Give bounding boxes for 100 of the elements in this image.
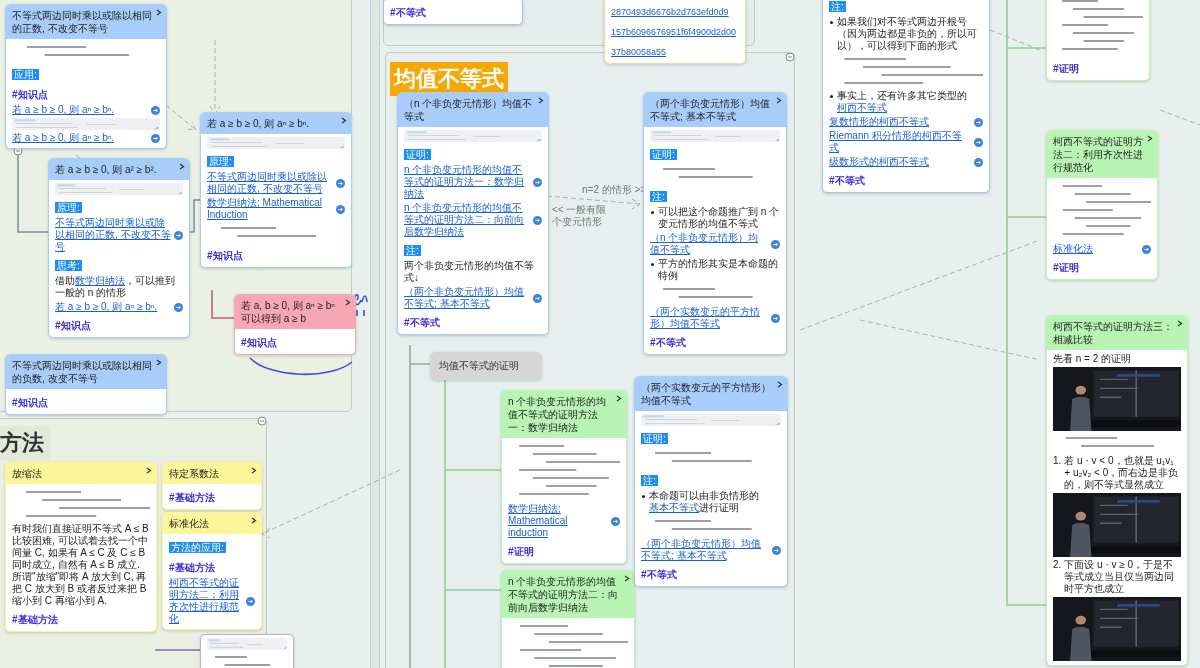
chevron-icon[interactable] xyxy=(1177,320,1183,327)
section-title: 方法 xyxy=(0,426,50,460)
edge-label: << 一般有限个变元情形 xyxy=(552,204,608,227)
body-text: 事实上，还有许多其它类型的 柯西不等式 xyxy=(829,90,983,114)
chevron-icon[interactable] xyxy=(538,97,544,104)
chevron-icon[interactable] xyxy=(156,359,162,366)
section-label: 注: xyxy=(829,1,846,12)
note-link[interactable]: （n 个非负变元情形）均值不等式 xyxy=(650,232,768,256)
inline-link[interactable]: 数学归纳法 xyxy=(75,275,125,286)
note-link[interactable]: 数学归纳法; Mathematical induction xyxy=(508,503,608,539)
note-link[interactable]: 复数情形的柯西不等式 xyxy=(829,116,971,128)
note-link[interactable]: n 个非负变元情形的均值不等式的证明方法二：向前向后数学归纳法 xyxy=(404,202,530,238)
inline-link[interactable]: 柯西不等式 xyxy=(837,102,887,113)
link-arrow-icon[interactable] xyxy=(151,133,160,143)
note-link[interactable]: 不等式两边同时乘以或除以相同的正数, 不改变不等号 xyxy=(207,171,333,195)
note-link[interactable]: Riemann 积分情形的柯西不等式 xyxy=(829,130,971,154)
tag[interactable]: #基础方法 xyxy=(169,562,215,573)
chevron-icon[interactable] xyxy=(624,575,630,582)
chevron-icon[interactable] xyxy=(1147,135,1153,142)
link-arrow-icon[interactable] xyxy=(772,545,781,555)
tag[interactable]: #知识点 xyxy=(12,89,48,100)
topic-title: 均值不等式的证明 xyxy=(438,359,520,373)
collapse-icon[interactable] xyxy=(785,52,795,62)
tag[interactable]: #基础方法 xyxy=(12,614,58,625)
tag[interactable]: #知识点 xyxy=(55,320,91,331)
chevron-icon[interactable] xyxy=(776,97,782,104)
section-label: 注: xyxy=(650,191,667,202)
body-text: 可以把这个命题推广到 n 个变元情形的均值不等式 xyxy=(650,206,780,230)
tag[interactable]: #基础方法 xyxy=(169,492,215,503)
chevron-icon[interactable] xyxy=(251,517,257,524)
section-label: 注: xyxy=(404,245,421,256)
tag[interactable]: #不等式 xyxy=(641,569,677,580)
chevron-icon[interactable] xyxy=(341,117,347,124)
chevron-icon[interactable] xyxy=(251,467,257,474)
card-title: 柯西不等式的证明方法二：利用齐次性进行规范化 xyxy=(1047,131,1157,178)
tag[interactable]: #不等式 xyxy=(650,337,686,348)
chevron-icon[interactable] xyxy=(179,163,185,170)
link-arrow-icon[interactable] xyxy=(974,137,983,147)
note-link[interactable]: 柯西不等式的证明方法二：利用齐次性进行规范化 xyxy=(169,577,243,625)
note-link[interactable]: （两个非负变元情形）均值不等式; 基本不等式 xyxy=(404,286,530,310)
section-label: 原理: xyxy=(207,156,234,167)
list-number: 2. xyxy=(1053,559,1062,572)
note-link[interactable]: 若 a ≥ b ≥ 0, 则 aⁿ ≥ bⁿ. xyxy=(55,301,171,313)
note-link[interactable]: 数学归纳法; Mathematical Induction xyxy=(207,197,333,221)
link-arrow-icon[interactable] xyxy=(611,516,620,526)
link-arrow-icon[interactable] xyxy=(533,293,542,303)
chevron-icon[interactable] xyxy=(345,299,351,306)
card-title: 待定系数法 xyxy=(163,463,261,484)
note-link[interactable]: 不等式两边同时乘以或除以相同的正数, 不改变不等号 xyxy=(55,217,171,253)
link-arrow-icon[interactable] xyxy=(771,313,780,323)
note-link[interactable]: 级数形式的柯西不等式 xyxy=(829,156,971,168)
section-label: 注: xyxy=(641,475,658,486)
body-text: 下面设 u · v ≥ 0，于是不等式成立当且仅当两边同时平方也成立 xyxy=(1064,559,1176,595)
link-arrow-icon[interactable] xyxy=(174,230,183,240)
link-arrow-icon[interactable] xyxy=(1142,244,1151,254)
chevron-icon[interactable] xyxy=(616,395,622,402)
tag[interactable]: #不等式 xyxy=(390,7,426,18)
link-arrow-icon[interactable] xyxy=(336,178,345,188)
card-title: 不等式两边同时乘以或除以相同的负数, 改变不等号 xyxy=(6,355,166,389)
tag[interactable]: #不等式 xyxy=(829,175,865,186)
list-number: 1. xyxy=(1053,455,1062,468)
link-arrow-icon[interactable] xyxy=(974,117,983,127)
note-link[interactable]: 若 a ≥ b ≥ 0, 则 aⁿ ≥ bⁿ. xyxy=(12,104,148,116)
note-link[interactable]: 2870493d6676b2d763efd0d9 xyxy=(611,7,729,17)
link-arrow-icon[interactable] xyxy=(246,596,255,606)
chevron-icon[interactable] xyxy=(777,381,783,388)
tag[interactable]: #证明 xyxy=(1053,63,1079,74)
collapse-icon[interactable] xyxy=(257,416,267,426)
note-link[interactable]: 标准化法 xyxy=(1053,243,1139,255)
tag[interactable]: #不等式 xyxy=(404,317,440,328)
link-arrow-icon[interactable] xyxy=(974,157,983,167)
card-title: 若 a ≥ b ≥ 0, 则 aⁿ ≥ bⁿ. xyxy=(201,113,351,134)
chevron-icon[interactable] xyxy=(146,467,152,474)
tag[interactable]: #知识点 xyxy=(207,250,243,261)
card-title: 不等式两边同时乘以或除以相同的正数, 不改变不等号 xyxy=(6,5,166,39)
card-title: 若 a, b ≥ 0, 则 aⁿ ≥ bⁿ 可以得到 a ≥ b xyxy=(235,295,355,329)
tree-connector xyxy=(187,199,201,233)
tag[interactable]: #证明 xyxy=(1053,262,1079,273)
note-link[interactable]: 157b6096676951f6f4900d2d00 xyxy=(611,27,737,37)
link-arrow-icon[interactable] xyxy=(151,105,160,115)
body-text: 若 u · v < 0，也就是 u₁v₁ + u₂v₂ < 0，而右边是非负的，则不等式显然成立 xyxy=(1064,455,1180,491)
tag[interactable]: #知识点 xyxy=(12,397,48,408)
card-title: （两个实数变元的平方情形）均值不等式 xyxy=(635,377,787,411)
link-arrow-icon[interactable] xyxy=(533,177,542,187)
link-arrow-icon[interactable] xyxy=(533,215,542,225)
link-arrow-icon[interactable] xyxy=(336,204,345,214)
tag[interactable]: #知识点 xyxy=(241,337,277,348)
section-label: 证明: xyxy=(650,149,677,160)
link-arrow-icon[interactable] xyxy=(771,239,780,249)
section-label: 证明: xyxy=(641,433,668,444)
note-link[interactable]: 37b80058a55 xyxy=(611,47,667,57)
inline-link[interactable]: 基本不等式 xyxy=(649,502,699,513)
tag[interactable]: #证明 xyxy=(508,546,534,557)
ink-scribble xyxy=(354,293,368,317)
body-text: 如果我们对不等式两边开根号（因为两边都是非负的，所以可以），可以得到下面的形式 xyxy=(829,16,983,52)
note-link[interactable]: 若 a ≥ b ≥ 0, 则 aⁿ ≥ bⁿ. xyxy=(12,132,148,144)
note-link[interactable]: （两个非负变元情形）均值不等式; 基本不等式 xyxy=(641,538,769,562)
chevron-icon[interactable] xyxy=(156,9,162,16)
note-link[interactable]: （两个实数变元的平方情形）均值不等式 xyxy=(650,306,768,330)
link-arrow-icon[interactable] xyxy=(174,302,183,312)
